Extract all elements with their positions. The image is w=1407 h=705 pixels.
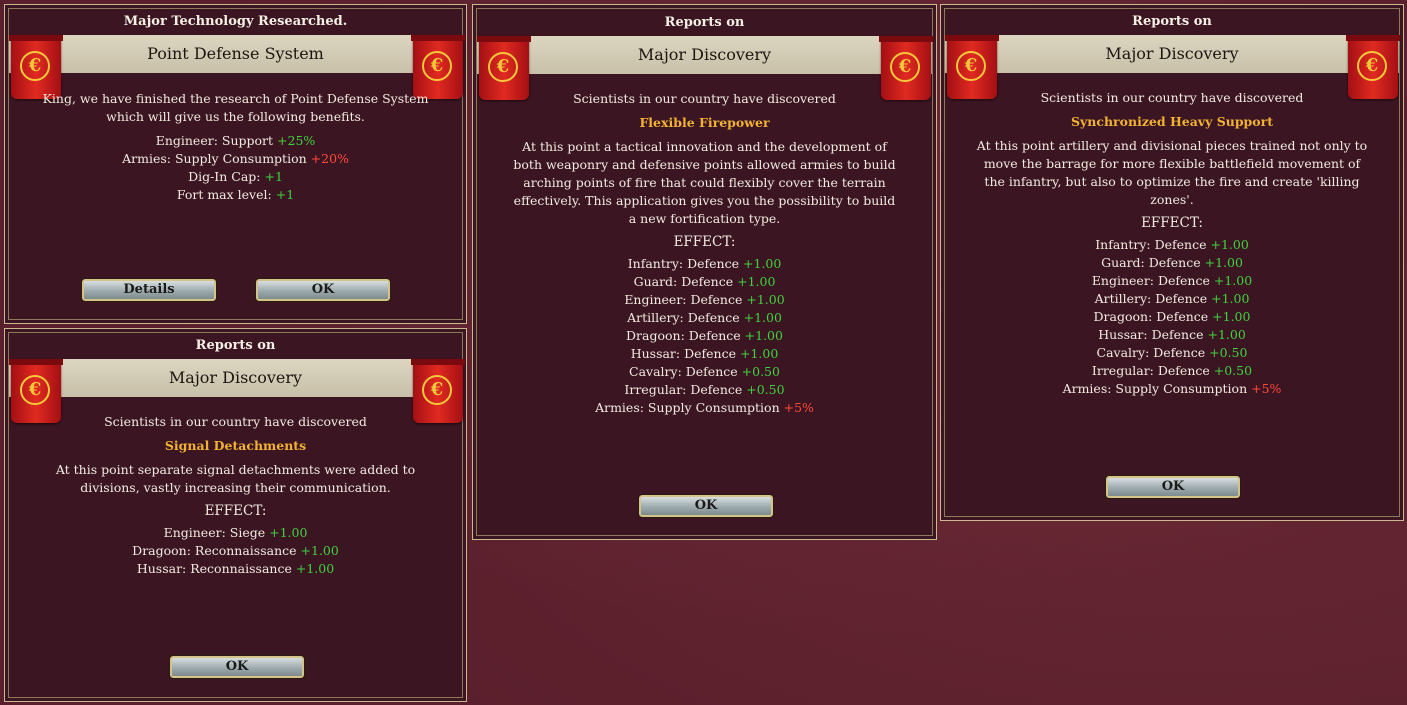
ok-button[interactable]: OK — [169, 655, 305, 679]
signal-discovery-panel: Reports on Major Discovery € € Scientist… — [4, 328, 467, 702]
effect-line: Guard: Defence +1.00 — [633, 274, 776, 289]
tech-effects: Engineer: Support +25% Armies: Supply Co… — [15, 132, 456, 204]
discovery-name: Synchronized Heavy Support — [1070, 114, 1273, 129]
heavy-support-discovery-panel: Reports on Major Discovery € € Scientist… — [940, 4, 1404, 521]
effect-line: Infantry: Defence +1.00 — [1095, 237, 1249, 252]
panel-subtitle: Major Discovery — [477, 36, 932, 74]
tech-intro: King, we have finished the research of P… — [42, 91, 429, 124]
effect-line: Artillery: Defence +1.00 — [1094, 291, 1250, 306]
effect-header: EFFECT: — [673, 234, 736, 250]
effect-line: Engineer: Defence +1.00 — [624, 292, 785, 307]
effect-line: Fort max level: +1 — [176, 187, 295, 202]
tech-report-panel: Major Technology Researched. Point Defen… — [4, 4, 467, 324]
effect-line: Cavalry: Defence +0.50 — [1096, 345, 1248, 360]
effect-line: Irregular: Defence +0.50 — [624, 382, 785, 397]
effect-line: Armies: Supply Consumption +5% — [595, 400, 814, 415]
panel-title: Reports on — [664, 15, 745, 30]
panel-title: Major Technology Researched. — [123, 14, 348, 29]
effect-line: Cavalry: Defence +0.50 — [629, 364, 780, 379]
effect-line: Infantry: Defence +1.00 — [627, 256, 782, 271]
discovery-text: Scientists in our country have discovere… — [15, 413, 456, 578]
effect-header: EFFECT: — [204, 503, 267, 519]
effect-line: Engineer: Defence +1.00 — [1091, 273, 1253, 288]
effect-header: EFFECT: — [1141, 215, 1203, 231]
effect-line: Dragoon: Defence +1.00 — [626, 328, 783, 343]
effect-line: Engineer: Siege +1.00 — [163, 525, 308, 540]
effect-line: Engineer: Support +25% — [155, 133, 316, 148]
panel-title: Reports on — [195, 338, 276, 353]
effect-line: Hussar: Defence +1.00 — [630, 346, 779, 361]
effect-line: Irregular: Defence +0.50 — [1091, 363, 1253, 378]
effect-line: Armies: Supply Consumption +5% — [1062, 381, 1282, 396]
ok-button[interactable]: OK — [255, 278, 391, 302]
ok-button[interactable]: OK — [1105, 475, 1241, 499]
effect-line: Guard: Defence +1.00 — [1101, 255, 1243, 270]
discovery-text: Scientists in our country have discovere… — [483, 90, 926, 417]
discovery-name: Signal Detachments — [164, 438, 307, 453]
ok-button[interactable]: OK — [638, 494, 774, 518]
panel-subtitle: Point Defense System — [9, 35, 462, 73]
details-button[interactable]: Details — [81, 278, 217, 302]
panel-subtitle: Major Discovery — [9, 359, 462, 397]
effect-line: Dig-In Cap: +1 — [188, 169, 283, 184]
panel-title: Reports on — [1132, 14, 1212, 29]
effect-line: Hussar: Defence +1.00 — [1098, 327, 1246, 342]
discovery-text: Scientists in our country have discovere… — [951, 89, 1393, 398]
discovery-name: Flexible Firepower — [639, 115, 770, 130]
effect-line: Dragoon: Defence +1.00 — [1093, 309, 1251, 324]
panel-subtitle: Major Discovery — [945, 35, 1399, 73]
effect-line: Hussar: Reconnaissance +1.00 — [136, 561, 335, 576]
effect-line: Armies: Supply Consumption +20% — [122, 151, 349, 166]
effect-line: Artillery: Defence +1.00 — [627, 310, 782, 325]
effect-line: Dragoon: Reconnaissance +1.00 — [132, 543, 339, 558]
firepower-discovery-panel: Reports on Major Discovery € € Scientist… — [472, 4, 937, 540]
